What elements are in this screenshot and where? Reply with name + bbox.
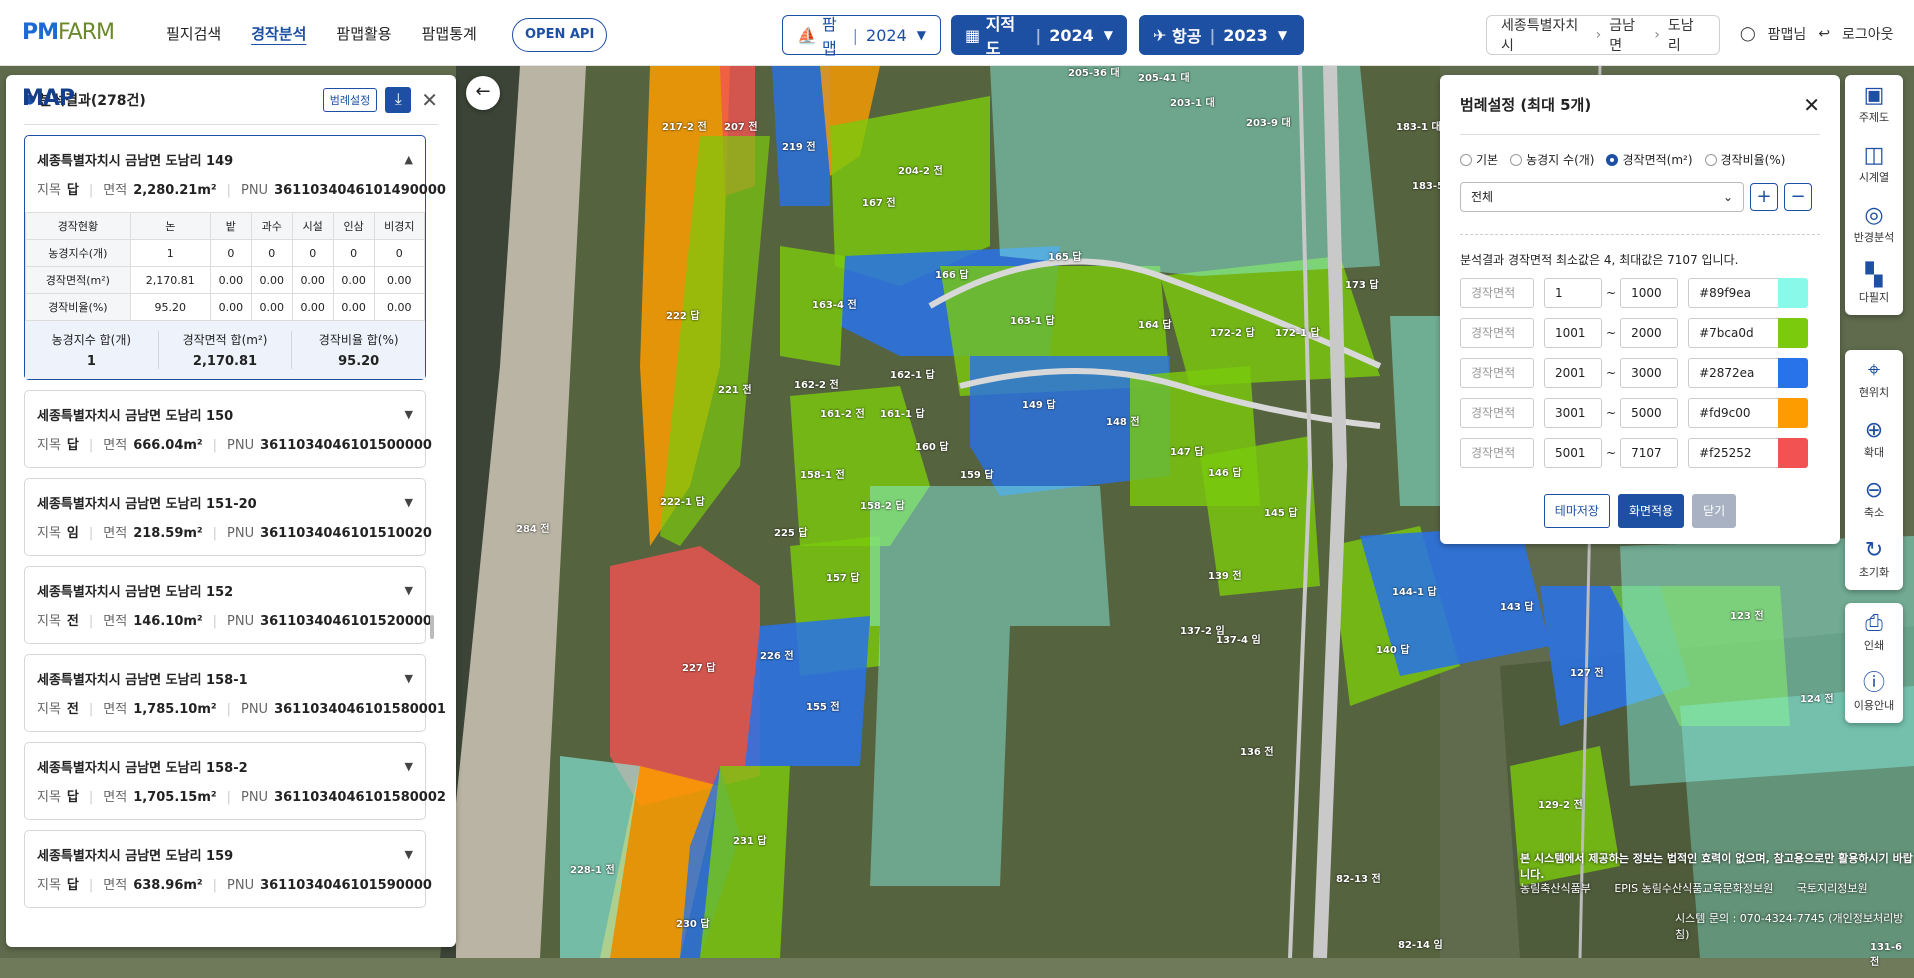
- map-icon: ▦: [965, 25, 981, 45]
- farmmap-logo[interactable]: PMFARM MAP: [22, 20, 115, 111]
- location-breadcrumb[interactable]: 세종특별자치시 › 금남면 › 도남리: [1486, 15, 1720, 55]
- logo-farm: FARM: [58, 20, 115, 45]
- nav-farmmap-stats[interactable]: 팜맵통계: [422, 23, 477, 44]
- top-header: PMFARM MAP 필지검색 경작분석 팜맵활용 팜맵통계 OPEN API ⛵…: [0, 0, 1914, 111]
- user-area: ◯ 팜맵님 ↩ 로그아웃: [1740, 24, 1906, 44]
- nav-farmmap-usage[interactable]: 팜맵활용: [336, 23, 391, 44]
- nav-cultivation-analysis[interactable]: 경작분석: [251, 23, 306, 44]
- nav-parcel-search[interactable]: 필지검색: [166, 23, 221, 44]
- cadastral-year-dropdown[interactable]: ▦ 지적도 | 2024 ▼: [951, 15, 1127, 58]
- main-nav: 필지검색 경작분석 팜맵활용 팜맵통계: [166, 0, 507, 66]
- chevron-right-icon: ›: [1595, 27, 1602, 43]
- chevron-down-icon: ▼: [1103, 28, 1113, 42]
- user-name[interactable]: 팜맵님: [1768, 24, 1807, 44]
- breadcrumb-myeon: 금남면: [1609, 18, 1635, 54]
- logout-icon: ↩: [1818, 26, 1831, 42]
- dropdown-year: 2023: [1223, 25, 1268, 45]
- dropdown-year: 2024: [1049, 25, 1094, 45]
- chevron-right-icon: ›: [1654, 27, 1660, 43]
- parcel-label: 205-41 대: [1138, 73, 1190, 84]
- dropdown-year: 2024: [866, 25, 907, 45]
- logo-map: MAP: [22, 86, 75, 111]
- dropdown-label: 팜맵: [822, 15, 837, 58]
- breadcrumb-sido: 세종특별자치시: [1501, 18, 1579, 54]
- open-api-button[interactable]: OPEN API: [512, 18, 608, 52]
- logout-link[interactable]: 로그아웃: [1842, 24, 1894, 44]
- farmmap-year-dropdown[interactable]: ⛵ 팜맵 | 2024 ▼: [782, 15, 941, 58]
- breadcrumb-ri: 도남리: [1667, 18, 1694, 54]
- dropdown-label: 지적도: [985, 15, 1016, 58]
- plane-icon: ✈: [1153, 25, 1167, 45]
- chevron-down-icon: ▼: [1277, 28, 1288, 42]
- farm-icon: ⛵: [797, 25, 817, 45]
- dropdown-label: 항공: [1171, 27, 1202, 46]
- chevron-down-icon: ▼: [916, 28, 926, 42]
- logo-pm: PM: [22, 20, 59, 45]
- user-icon: ◯: [1740, 26, 1756, 42]
- aerial-year-dropdown[interactable]: ✈ 항공 | 2023 ▼: [1139, 15, 1304, 55]
- parcel-label: 205-36 대: [1068, 68, 1120, 79]
